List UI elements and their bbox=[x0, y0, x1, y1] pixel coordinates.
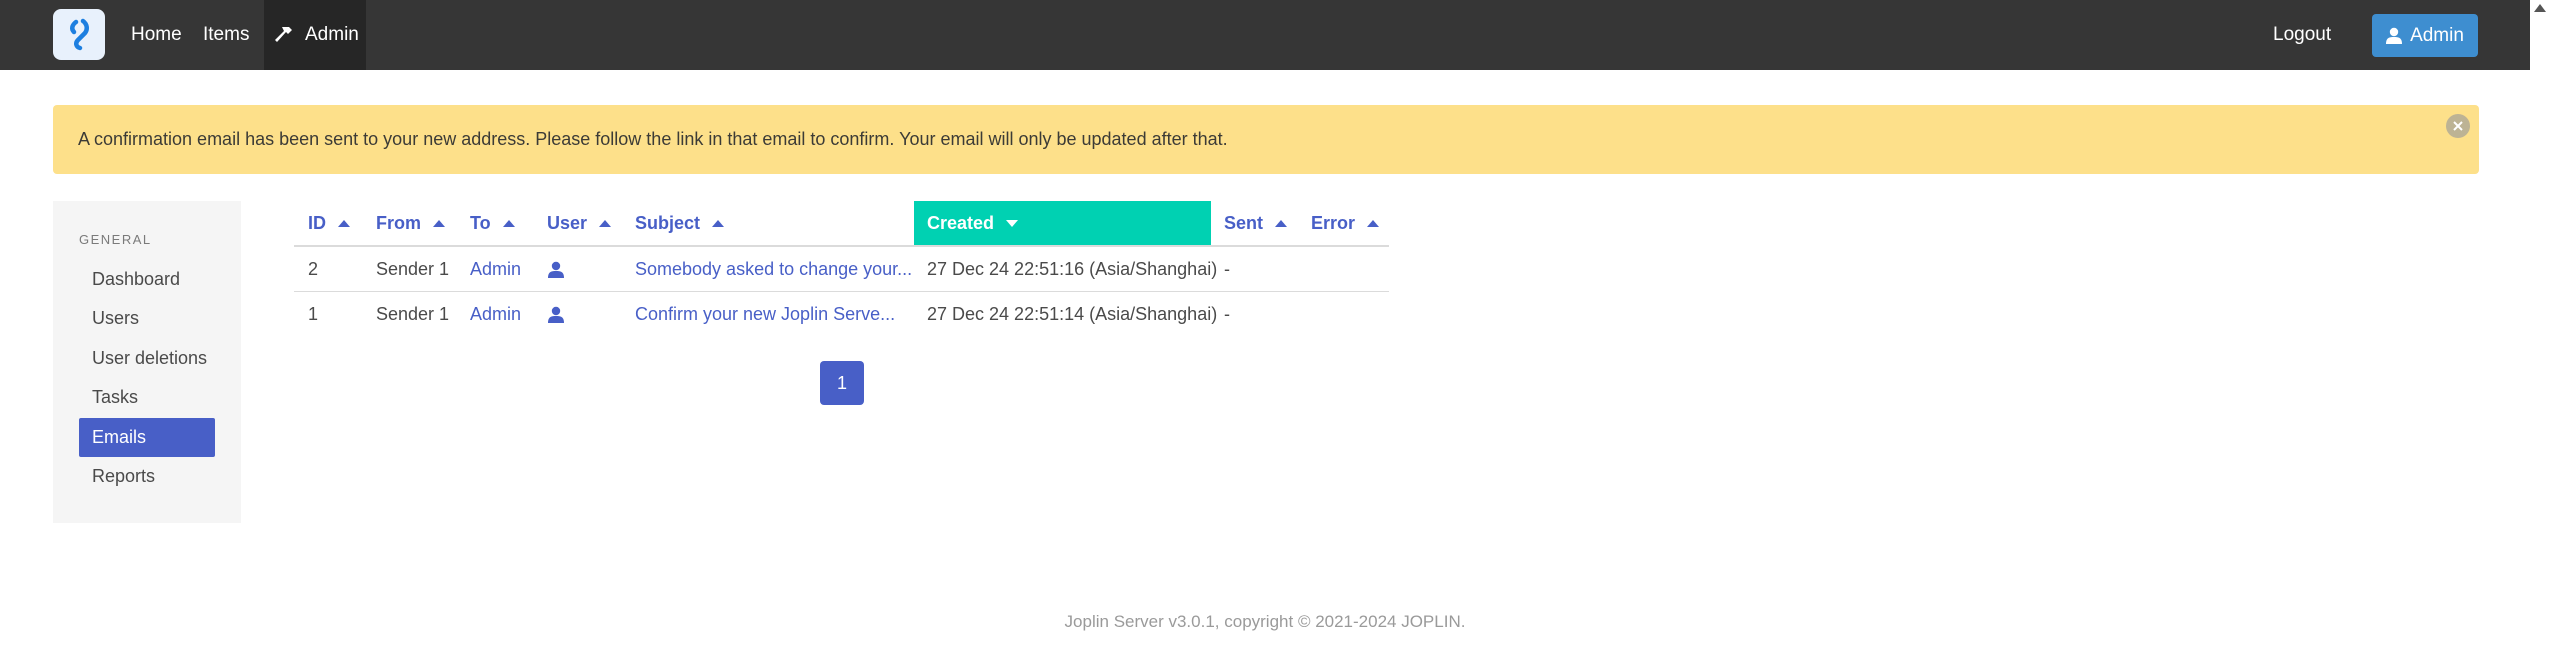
table-row: 2 Sender 1 Admin Somebody asked to chang… bbox=[294, 247, 1389, 292]
column-header-user-label: User bbox=[547, 212, 588, 233]
sort-desc-icon bbox=[1006, 219, 1019, 227]
column-header-created[interactable]: Created bbox=[914, 201, 1211, 245]
sort-asc-icon bbox=[1367, 219, 1380, 227]
sidebar-item-dashboard[interactable]: Dashboard bbox=[79, 260, 215, 299]
close-icon bbox=[2453, 121, 2463, 131]
cell-from: Sender 1 bbox=[376, 259, 450, 279]
sidebar-item-tasks[interactable]: Tasks bbox=[79, 378, 215, 417]
table-header: ID From To User Subject Created Sent Err… bbox=[294, 201, 1389, 247]
column-header-error-label: Error bbox=[1311, 212, 1356, 233]
sort-asc-icon bbox=[338, 219, 350, 227]
user-icon bbox=[548, 306, 564, 323]
sidebar-item-emails[interactable]: Emails bbox=[79, 418, 215, 457]
sidebar-section-label: GENERAL bbox=[79, 232, 152, 247]
footer-copyright: Joplin Server v3.0.1, copyright © 2021-2… bbox=[1064, 612, 1466, 631]
hammer-icon bbox=[275, 27, 292, 42]
nav-admin-link[interactable]: Admin bbox=[264, 0, 366, 70]
sidebar-item-users[interactable]: Users bbox=[79, 299, 215, 338]
user-account-button[interactable]: Admin bbox=[2372, 14, 2478, 57]
sort-asc-icon bbox=[599, 219, 612, 227]
sidebar-item-user-deletions[interactable]: User deletions bbox=[79, 339, 215, 378]
user-account-label: Admin bbox=[2410, 24, 2464, 46]
notification-banner: A confirmation email has been sent to yo… bbox=[53, 105, 2479, 174]
sort-asc-icon bbox=[502, 219, 515, 227]
column-header-id-label: ID bbox=[308, 212, 326, 233]
column-header-from[interactable]: From bbox=[376, 201, 445, 245]
top-navbar: Home Items Admin Logout Admin bbox=[0, 0, 2530, 70]
column-header-sent-label: Sent bbox=[1224, 212, 1264, 233]
column-header-subject-label: Subject bbox=[635, 212, 701, 233]
notification-message: A confirmation email has been sent to yo… bbox=[78, 129, 1228, 149]
column-header-error[interactable]: Error bbox=[1311, 201, 1380, 245]
sort-asc-icon bbox=[433, 219, 445, 227]
sort-asc-icon bbox=[1275, 219, 1288, 227]
joplin-logo[interactable] bbox=[53, 9, 105, 60]
close-notification-button[interactable] bbox=[2446, 114, 2470, 138]
column-header-to-label: To bbox=[470, 212, 491, 233]
user-icon bbox=[2386, 27, 2403, 44]
admin-sidebar: GENERAL Dashboard Users User deletions T… bbox=[53, 201, 241, 523]
column-header-sent[interactable]: Sent bbox=[1224, 201, 1288, 245]
user-icon bbox=[548, 261, 564, 278]
cell-from: Sender 1 bbox=[376, 304, 450, 324]
cell-sent: - bbox=[1224, 304, 1230, 324]
cell-created: 27 Dec 24 22:51:16 (Asia/Shanghai) bbox=[927, 259, 1218, 279]
cell-user-link[interactable] bbox=[547, 292, 565, 337]
sidebar-item-reports[interactable]: Reports bbox=[79, 457, 215, 496]
logout-link[interactable]: Logout bbox=[2256, 0, 2348, 70]
cell-to-link[interactable]: Admin bbox=[470, 292, 521, 337]
cell-id: 2 bbox=[308, 259, 319, 279]
pagination-page-1[interactable]: 1 bbox=[820, 361, 864, 405]
column-header-created-label: Created bbox=[927, 212, 995, 233]
nav-items-link[interactable]: Items bbox=[186, 0, 266, 70]
column-header-subject[interactable]: Subject bbox=[635, 201, 725, 245]
column-header-from-label: From bbox=[376, 212, 421, 233]
table-row: 1 Sender 1 Admin Confirm your new Joplin… bbox=[294, 292, 1389, 337]
cell-sent: - bbox=[1224, 259, 1230, 279]
column-header-user[interactable]: User bbox=[547, 201, 612, 245]
joplin-logo-icon bbox=[70, 18, 89, 50]
sort-asc-icon bbox=[712, 219, 725, 227]
nav-admin-label: Admin bbox=[305, 24, 359, 45]
cell-user-link[interactable] bbox=[547, 247, 565, 292]
cell-id: 1 bbox=[308, 304, 319, 324]
cell-created: 27 Dec 24 22:51:14 (Asia/Shanghai) bbox=[927, 304, 1218, 324]
cell-to-link[interactable]: Admin bbox=[470, 247, 521, 292]
column-header-to[interactable]: To bbox=[470, 201, 515, 245]
cell-subject-link[interactable]: Somebody asked to change your... bbox=[635, 247, 912, 292]
cell-subject-link[interactable]: Confirm your new Joplin Serve... bbox=[635, 292, 895, 337]
column-header-id[interactable]: ID bbox=[308, 201, 350, 245]
scrollbar-up-arrow[interactable] bbox=[2534, 4, 2546, 12]
